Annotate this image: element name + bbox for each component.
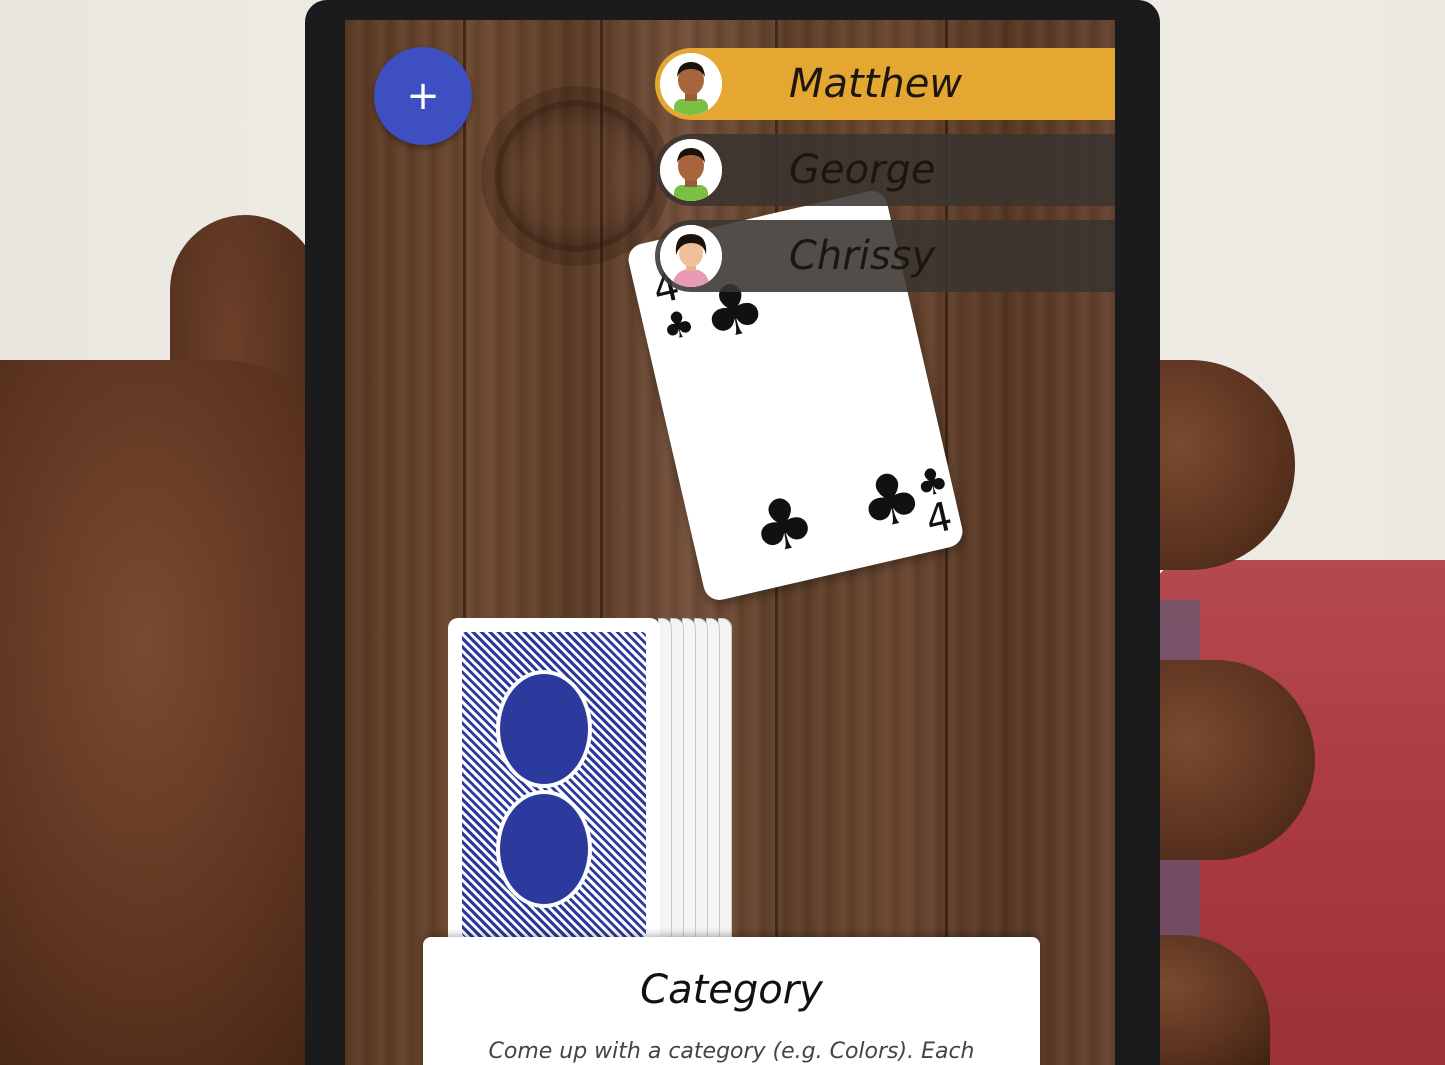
add-player-button[interactable]: + — [374, 47, 472, 145]
game-screen: + 4 ♣ ♣ ♣ ♣ ♣ 4 Matthew George Chrissy C… — [345, 20, 1115, 1065]
rule-card-title: Category — [640, 967, 823, 1013]
female-avatar-icon — [660, 225, 722, 287]
deck-card-edge — [718, 618, 732, 950]
wood-knot — [495, 100, 657, 252]
card-back-medallion — [496, 790, 592, 908]
draw-deck[interactable] — [448, 618, 733, 950]
card-back — [448, 618, 660, 948]
deck-card-edge — [682, 618, 696, 950]
player-row-george[interactable]: George — [655, 134, 1115, 206]
rule-card[interactable]: Category Come up with a category (e.g. C… — [423, 937, 1040, 1065]
player-name: Matthew — [789, 61, 963, 107]
avatar — [660, 139, 722, 201]
card-pip: ♣ — [743, 478, 823, 572]
player-name: Chrissy — [789, 233, 936, 279]
avatar — [660, 53, 722, 115]
card-corner-rank: 4 — [922, 494, 957, 545]
deck-card-edge — [694, 618, 708, 950]
player-name: George — [789, 147, 936, 193]
male-avatar-icon — [660, 139, 722, 201]
card-back-medallion — [496, 670, 592, 788]
card-corner-suit: ♣ — [658, 302, 699, 349]
avatar — [660, 225, 722, 287]
rule-card-description: Come up with a category (e.g. Colors). E… — [488, 1039, 975, 1064]
deck-card-edge — [658, 618, 672, 950]
player-row-chrissy[interactable]: Chrissy — [655, 220, 1115, 292]
deck-card-edge — [670, 618, 684, 950]
deck-card-edge — [706, 618, 720, 950]
player-row-matthew[interactable]: Matthew — [655, 48, 1115, 120]
male-avatar-icon — [660, 53, 722, 115]
